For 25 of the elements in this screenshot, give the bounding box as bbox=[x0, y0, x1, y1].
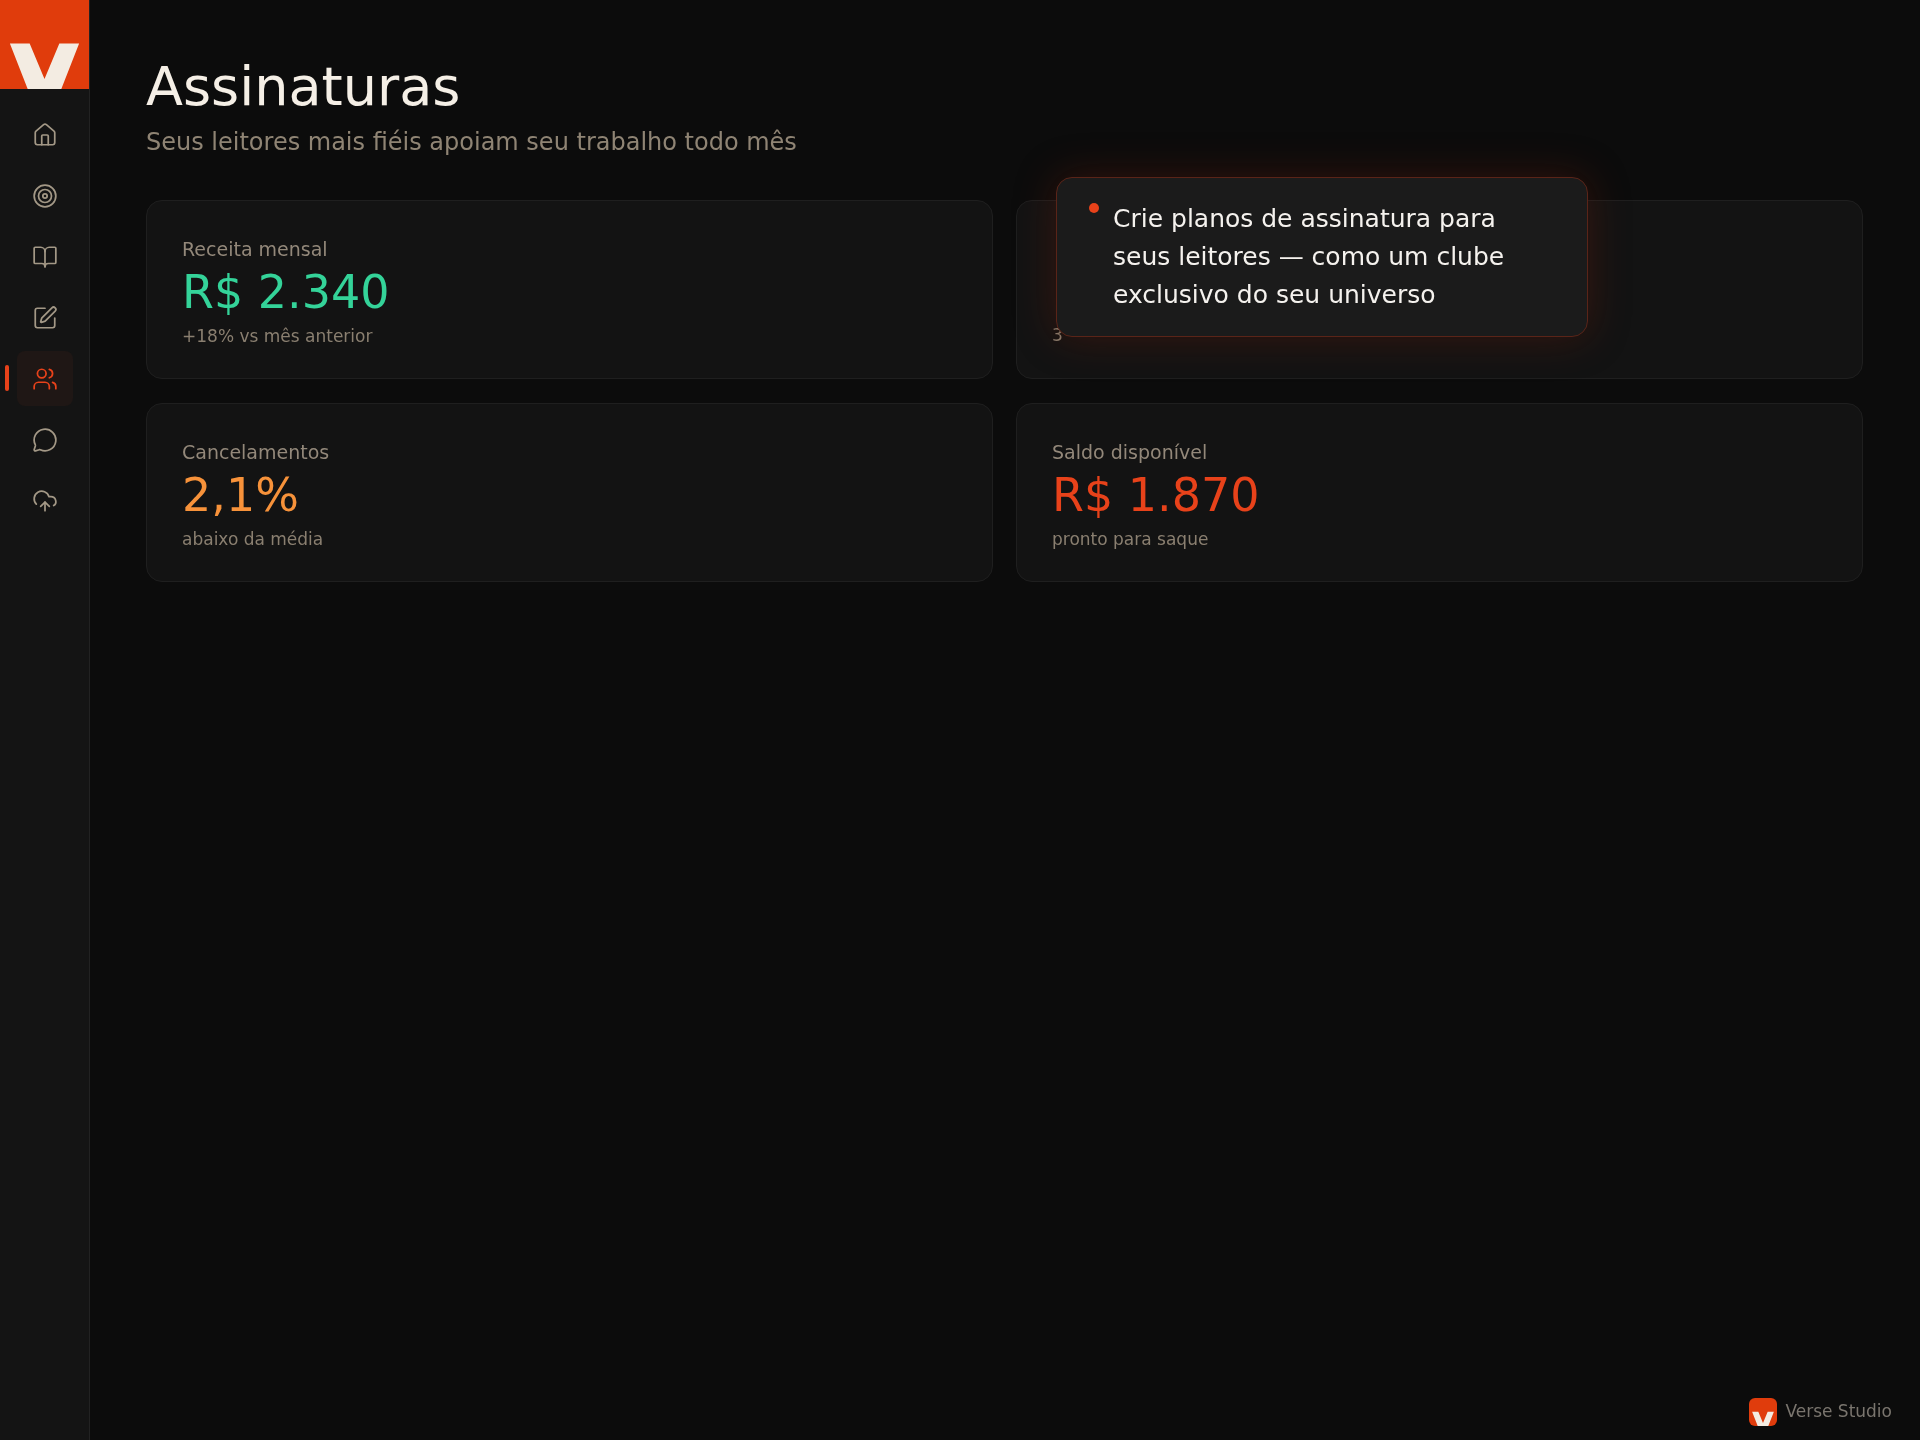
stat-value: R$ 2.340 bbox=[182, 263, 391, 320]
stat-note: +18% vs mês anterior bbox=[182, 324, 374, 348]
target-icon bbox=[31, 182, 58, 209]
logo-icon bbox=[1749, 1398, 1778, 1426]
cloud-upload-icon bbox=[31, 487, 58, 514]
page-title: Assinaturas bbox=[146, 56, 462, 118]
stat-label: Receita mensal bbox=[182, 237, 329, 262]
home-icon bbox=[31, 121, 58, 148]
active-indicator bbox=[5, 365, 9, 391]
stat-note: 3 bbox=[1052, 324, 1064, 347]
tooltip-text: Crie planos de assinatura para seus leitores — como um clube exclusivo do seu universo bbox=[1113, 203, 1506, 311]
logo-icon bbox=[0, 0, 89, 89]
users-icon bbox=[31, 365, 58, 392]
edit-icon bbox=[31, 304, 58, 331]
stat-label: Cancelamentos bbox=[182, 440, 331, 465]
book-icon bbox=[31, 243, 58, 270]
brand-name: Verse Studio bbox=[1785, 1400, 1892, 1424]
chat-bubble-icon bbox=[31, 426, 58, 453]
stat-value: 2,1% bbox=[182, 466, 300, 523]
nav-item[interactable] bbox=[16, 351, 73, 406]
stat-note: abaixo da média bbox=[182, 527, 325, 551]
stat-value: R$ 1.870 bbox=[1052, 466, 1261, 523]
stat-label: Saldo disponível bbox=[1052, 440, 1209, 465]
page-subtitle: Seus leitores mais fiéis apoiam seu trabalho todo mês bbox=[146, 127, 798, 158]
stat-note: pronto para saque bbox=[1052, 527, 1210, 551]
